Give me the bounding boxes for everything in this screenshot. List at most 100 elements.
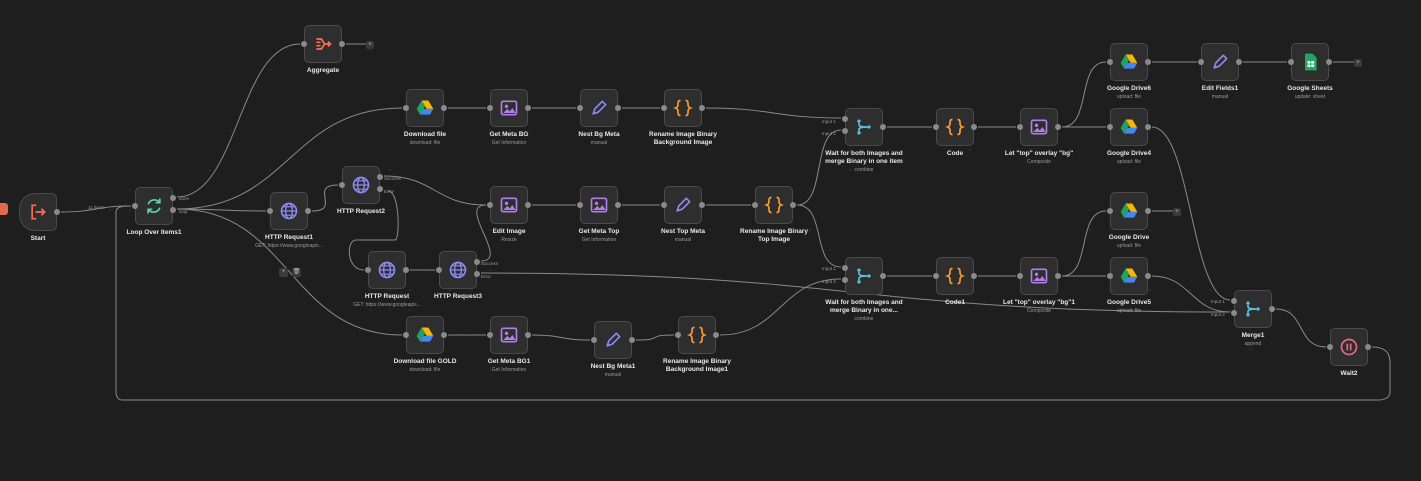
node-gdrive6[interactable] [1107,43,1151,81]
input-handle[interactable] [403,105,409,111]
output-handle[interactable] [790,202,796,208]
output-handle[interactable] [1145,208,1151,214]
input-handle[interactable] [842,277,848,283]
output-handle[interactable] [441,332,447,338]
input-handle[interactable] [301,41,307,47]
input-handle[interactable] [365,267,371,273]
node-nest-top-meta[interactable] [661,186,705,224]
output-handle[interactable] [1326,59,1332,65]
node-aggregate[interactable] [301,25,345,63]
node-http[interactable] [365,251,409,289]
add-node-button[interactable]: + [279,268,288,277]
output-handle[interactable] [525,202,531,208]
node-wait2[interactable] [1327,328,1371,366]
output-handle[interactable] [1055,124,1061,130]
input-handle[interactable] [487,105,493,111]
node-download-file[interactable] [403,89,447,127]
connection-get_meta_bg1-to-nest_bg_meta1[interactable] [531,334,591,341]
input-handle[interactable] [1107,124,1113,130]
input-handle[interactable] [1107,208,1113,214]
node-overlay1[interactable] [1017,257,1061,295]
output-handle[interactable] [339,41,345,47]
input-handle[interactable] [1231,298,1237,304]
output-handle[interactable] [474,259,480,265]
input-handle[interactable] [267,208,273,214]
input-handle[interactable] [1288,59,1294,65]
node-gdrive[interactable] [1107,192,1151,230]
node-overlay[interactable] [1017,108,1061,146]
node-edit-image[interactable] [487,186,531,224]
node-rename-top[interactable] [752,186,796,224]
node-code1[interactable] [933,257,977,295]
node-code[interactable] [933,108,977,146]
node-edit-fields1[interactable] [1198,43,1242,81]
input-handle[interactable] [933,273,939,279]
output-handle[interactable] [403,267,409,273]
input-handle[interactable] [842,265,848,271]
output-handle[interactable] [713,332,719,338]
node-get-meta-bg[interactable] [487,89,531,127]
input-handle[interactable] [1017,124,1023,130]
output-handle[interactable] [474,271,480,277]
output-handle[interactable] [971,273,977,279]
output-handle[interactable] [1145,273,1151,279]
input-handle[interactable] [842,128,848,134]
output-handle[interactable] [629,337,635,343]
output-handle[interactable] [1055,273,1061,279]
output-handle[interactable] [525,105,531,111]
node-get-meta-top[interactable] [577,186,621,224]
input-handle[interactable] [132,203,138,209]
output-handle[interactable] [615,105,621,111]
add-next-node-button[interactable]: + [1354,59,1362,67]
output-handle[interactable] [880,273,886,279]
output-handle[interactable] [441,105,447,111]
input-handle[interactable] [1231,310,1237,316]
node-http2[interactable] [339,166,383,204]
input-handle[interactable] [436,267,442,273]
output-handle[interactable] [54,209,60,215]
output-handle[interactable] [699,105,705,111]
input-handle[interactable] [487,202,493,208]
node-get-meta-bg1[interactable] [487,316,531,354]
output-handle[interactable] [880,124,886,130]
output-handle[interactable] [1236,59,1242,65]
input-handle[interactable] [1198,59,1204,65]
node-merge1[interactable] [1231,290,1275,328]
input-handle[interactable] [487,332,493,338]
input-handle[interactable] [577,202,583,208]
node-wait-both-1[interactable] [842,108,886,146]
output-handle[interactable] [170,207,176,213]
node-gdrive4[interactable] [1107,108,1151,146]
input-handle[interactable] [661,105,667,111]
input-handle[interactable] [591,337,597,343]
output-handle[interactable] [699,202,705,208]
input-handle[interactable] [1017,273,1023,279]
node-rename-bg[interactable] [661,89,705,127]
input-handle[interactable] [842,116,848,122]
node-start[interactable] [19,193,60,231]
output-handle[interactable] [615,202,621,208]
output-handle[interactable] [377,186,383,192]
node-wait-both-2[interactable] [842,257,886,295]
output-handle[interactable] [377,174,383,180]
input-handle[interactable] [661,202,667,208]
add-next-node-button[interactable]: + [366,41,374,49]
workflow-canvas[interactable]: 11 items done loop Success Error Success… [0,0,1421,481]
input-handle[interactable] [933,124,939,130]
input-handle[interactable] [577,105,583,111]
delete-connection-button[interactable]: 🗑 [292,268,301,277]
output-handle[interactable] [1145,124,1151,130]
input-handle[interactable] [752,202,758,208]
input-handle[interactable] [1327,344,1333,350]
add-next-node-button[interactable]: + [1173,208,1181,216]
node-http3[interactable] [436,251,480,289]
output-handle[interactable] [971,124,977,130]
node-nest-bg-meta1[interactable] [591,321,635,359]
node-download-gold[interactable] [403,316,447,354]
output-handle[interactable] [1145,59,1151,65]
connection-rename_bg-to-wait_both_1[interactable] [705,107,842,119]
output-handle[interactable] [525,332,531,338]
input-handle[interactable] [339,182,345,188]
node-http1[interactable] [267,192,311,230]
output-handle[interactable] [1269,306,1275,312]
